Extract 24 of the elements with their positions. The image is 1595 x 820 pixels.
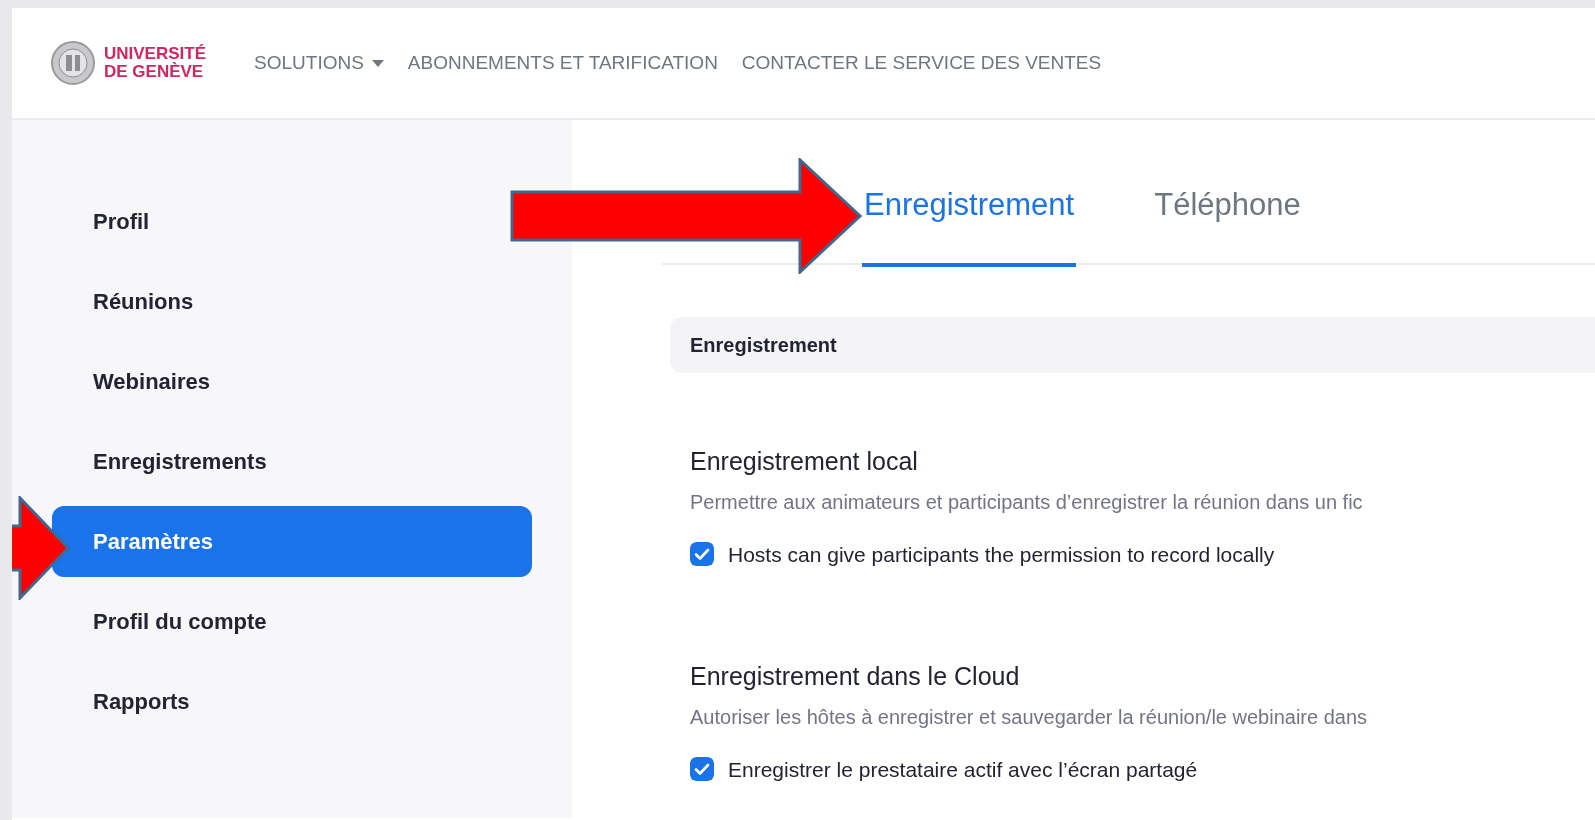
logo-text[interactable]: UNIVERSITÉ DE GENÈVE (104, 45, 207, 81)
caret-icon (371, 59, 384, 67)
section-header: Enregistrement (670, 317, 1595, 373)
setting-title: Enregistrement dans le Cloud (690, 661, 1021, 692)
tab[interactable]: Enregistrement (862, 120, 1077, 267)
setting-description: Autoriser les hôtes à enregistrer et sauvegarder la réunion/le webinaire dans (690, 704, 1369, 730)
option-label: Enregistrer le prestataire actif avec l’écran partagé (728, 756, 1198, 783)
sidebar-item[interactable]: Profil du compte (52, 586, 277, 657)
checkbox[interactable] (690, 757, 714, 782)
nav-link[interactable]: ABONNEMENTS ET TARIFICATION (407, 48, 718, 78)
sidebar-item[interactable]: Enregistrements (52, 426, 277, 497)
seal-icon (50, 40, 96, 86)
sidebar-item[interactable]: Webinaires (52, 346, 220, 417)
nav-link[interactable]: SOLUTIONS (254, 48, 384, 78)
sidebar-item[interactable]: Profil (52, 186, 160, 257)
checkbox[interactable] (690, 542, 714, 567)
setting-description: Permettre aux animateurs et participants d’enregistrer la réunion dans un fic (690, 489, 1364, 515)
sidebar-item[interactable]: Rapports (52, 666, 200, 737)
sidebar-item[interactable]: Réunions (52, 266, 204, 337)
tab[interactable]: Téléphone (1152, 120, 1303, 267)
setting-title: Enregistrement local (690, 446, 919, 477)
sidebar-item[interactable]: Paramètres (52, 506, 532, 577)
option-label: Hosts can give participants the permission to record locally (728, 541, 1275, 568)
nav-link[interactable]: CONTACTER LE SERVICE DES VENTES (741, 48, 1102, 78)
